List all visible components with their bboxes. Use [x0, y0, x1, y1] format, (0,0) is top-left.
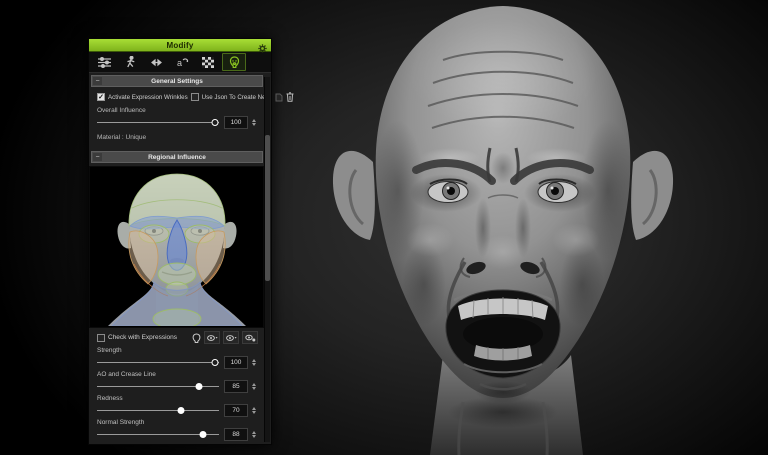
material-label: Material : Unique [97, 134, 258, 141]
strength-label: Strength [97, 347, 258, 354]
general-settings-title: General Settings [92, 78, 262, 85]
head-render-3d [278, 0, 758, 455]
use-json-checkbox[interactable] [191, 93, 199, 101]
ao-crease-spinner[interactable] [250, 380, 258, 393]
redness-label: Redness [97, 395, 258, 402]
scrollbar-thumb[interactable] [265, 135, 270, 281]
strength-slider-handle[interactable] [212, 359, 219, 366]
panel-scroll-area: − General Settings ✓ Activate Expression… [89, 75, 271, 444]
tab-textures checkerboard-icon[interactable] [196, 53, 220, 71]
new-icon[interactable] [275, 93, 283, 102]
ao-crease-slider-handle[interactable] [196, 383, 203, 390]
tab-surfaces surface-a-icon[interactable]: a [170, 53, 194, 71]
regional-influence-title: Regional Influence [92, 154, 262, 161]
slider-group-ao-crease: AO and Crease Line 85 [97, 371, 258, 392]
slider-group-redness: Redness 70 [97, 395, 258, 416]
normal-strength-value[interactable]: 88 [224, 428, 248, 441]
svg-text:a: a [177, 58, 182, 68]
ao-crease-value[interactable]: 85 [224, 380, 248, 393]
slider-group-normal-strength: Normal Strength 88 [97, 419, 258, 440]
activate-expression-wrinkles-label: Activate Expression Wrinkles [108, 94, 188, 101]
application-window: Modify [0, 0, 768, 455]
panel-title: Modify [167, 41, 194, 50]
strength-spinner[interactable] [250, 356, 258, 369]
collapse-regional-button[interactable]: − [93, 153, 102, 161]
strength-value[interactable]: 100 [224, 356, 248, 369]
regional-influence-header[interactable]: − Regional Influence [91, 151, 263, 163]
tab-shaping morph-arrows-icon[interactable] [144, 53, 168, 71]
overall-influence-value[interactable]: 100 [224, 116, 248, 129]
head-outline-icon[interactable] [192, 333, 201, 343]
trash-icon[interactable] [286, 92, 294, 102]
panel-title-bar[interactable]: Modify [89, 39, 271, 52]
ao-crease-label: AO and Crease Line [97, 371, 258, 378]
redness-slider-handle[interactable] [178, 407, 185, 414]
visibility-menu-icon[interactable] [204, 331, 220, 344]
redness-slider-track[interactable] [97, 406, 219, 415]
gear-icon[interactable] [258, 40, 267, 58]
visibility-options-icon[interactable] [242, 331, 258, 344]
check-with-expressions-checkbox[interactable] [97, 334, 105, 342]
redness-spinner[interactable] [250, 404, 258, 417]
normal-strength-spinner[interactable] [250, 428, 258, 441]
angry-face-render [278, 0, 758, 455]
region-map-viewport[interactable] [89, 166, 264, 328]
modify-panel: Modify [88, 38, 272, 445]
normal-strength-slider-handle[interactable] [200, 431, 207, 438]
overall-influence-slider-handle[interactable] [212, 119, 219, 126]
visibility-menu-icon[interactable] [223, 331, 239, 344]
tab-expression-wrinkles face-icon[interactable] [222, 53, 246, 71]
ao-crease-slider-track[interactable] [97, 382, 219, 391]
collapse-general-button[interactable]: − [93, 77, 102, 85]
overall-influence-slider-track[interactable] [97, 118, 219, 127]
tab-posing figure-icon[interactable] [118, 53, 142, 71]
tab-parameters sliders-icon[interactable] [92, 53, 116, 71]
redness-value[interactable]: 70 [224, 404, 248, 417]
use-json-label: Use Json To Create New [202, 94, 270, 101]
check-with-expressions-label: Check with Expressions [108, 334, 177, 341]
face-region-map [94, 168, 260, 326]
overall-influence-label: Overall Influence [97, 107, 258, 114]
panel-scrollbar[interactable] [264, 77, 270, 442]
slider-group-strength: Strength 100 [97, 347, 258, 368]
panel-toolbar: a [89, 52, 271, 73]
normal-strength-label: Normal Strength [97, 419, 258, 426]
strength-slider-track[interactable] [97, 358, 219, 367]
general-settings-header[interactable]: − General Settings [91, 75, 263, 87]
activate-expression-wrinkles-checkbox[interactable]: ✓ [97, 93, 105, 101]
overall-influence-spinner[interactable] [250, 116, 258, 129]
normal-strength-slider-track[interactable] [97, 430, 219, 439]
